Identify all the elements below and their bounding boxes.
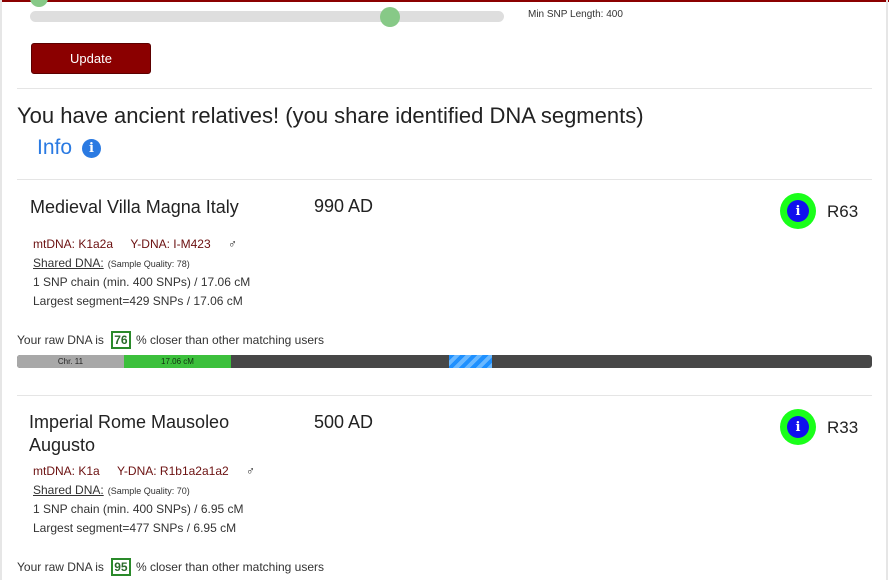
snp-length-slider-track[interactable] xyxy=(30,11,504,22)
raw-dna-comparison: Your raw DNA is 95 % closer than other m… xyxy=(17,558,324,576)
raw-dna-prefix: Your raw DNA is xyxy=(17,333,104,347)
shared-dna-line: Shared DNA: (Sample Quality: 70) xyxy=(33,483,190,497)
page-heading: You have ancient relatives! (you share i… xyxy=(17,103,644,128)
highlighted-region xyxy=(449,355,492,368)
relative-date: 990 AD xyxy=(314,196,374,216)
relative-title: Imperial Rome Mausoleo Augusto xyxy=(29,411,229,457)
ydna-haplogroup: Y-DNA: I-M423 xyxy=(130,237,211,251)
info-label[interactable]: Info xyxy=(37,136,72,160)
shared-dna-link[interactable]: Shared DNA: xyxy=(33,483,104,497)
match-code: R33 xyxy=(827,418,859,437)
mtdna-haplogroup: mtDNA: K1a2a xyxy=(33,237,114,251)
male-icon: ♂ xyxy=(246,464,256,478)
match-info-badge[interactable]: i xyxy=(780,409,816,445)
closeness-percent: 95 xyxy=(110,558,131,576)
info-link[interactable]: Info i xyxy=(37,136,102,160)
relative-title-line: Augusto xyxy=(29,435,96,455)
divider xyxy=(17,179,872,180)
update-button[interactable]: Update xyxy=(31,43,151,74)
info-icon: i xyxy=(787,416,809,438)
upper-slider-handle[interactable] xyxy=(30,0,48,7)
info-icon: i xyxy=(787,200,809,222)
relative-title: Medieval Villa Magna Italy xyxy=(30,197,239,217)
closeness-percent: 76 xyxy=(110,331,131,349)
left-border xyxy=(0,0,2,580)
largest-segment-info: Largest segment=429 SNPs / 17.06 cM xyxy=(33,294,243,308)
mtdna-haplogroup: mtDNA: K1a xyxy=(33,464,100,478)
raw-dna-suffix: % closer than other matching users xyxy=(135,560,325,574)
raw-dna-suffix: % closer than other matching users xyxy=(135,333,325,347)
match-info-badge[interactable]: i xyxy=(780,193,816,229)
haplogroup-line: mtDNA: K1a2a Y-DNA: I-M423 ♂ xyxy=(33,237,237,251)
snp-chain-info: 1 SNP chain (min. 400 SNPs) / 17.06 cM xyxy=(33,275,251,289)
male-icon: ♂ xyxy=(227,237,237,251)
shared-segment[interactable]: 17.06 cM xyxy=(124,355,231,368)
chromosome-bar[interactable]: Chr. 11 17.06 cM xyxy=(17,355,872,368)
relative-title-line: Imperial Rome Mausoleo xyxy=(29,412,230,432)
raw-dna-comparison: Your raw DNA is 76 % closer than other m… xyxy=(17,331,324,349)
largest-segment-info: Largest segment=477 SNPs / 6.95 cM xyxy=(33,521,237,535)
info-icon[interactable]: i xyxy=(82,138,102,158)
shared-dna-line: Shared DNA: (Sample Quality: 78) xyxy=(33,256,190,270)
min-snp-length-label: Min SNP Length: 400 xyxy=(528,9,623,20)
snp-length-slider-handle[interactable] xyxy=(380,7,400,27)
chromosome-label: Chr. 11 xyxy=(17,355,124,368)
divider xyxy=(17,395,872,396)
sample-quality: (Sample Quality: 78) xyxy=(107,259,190,269)
shared-dna-link[interactable]: Shared DNA: xyxy=(33,256,104,270)
sample-quality: (Sample Quality: 70) xyxy=(107,486,190,496)
match-code: R63 xyxy=(827,202,859,221)
top-accent-bar xyxy=(0,0,889,2)
relative-date: 500 AD xyxy=(314,412,374,432)
raw-dna-prefix: Your raw DNA is xyxy=(17,560,104,574)
snp-chain-info: 1 SNP chain (min. 400 SNPs) / 6.95 cM xyxy=(33,502,244,516)
ydna-haplogroup: Y-DNA: R1b1a2a1a2 xyxy=(117,464,229,478)
right-border xyxy=(886,0,888,580)
divider xyxy=(17,88,872,89)
haplogroup-line: mtDNA: K1a Y-DNA: R1b1a2a1a2 ♂ xyxy=(33,464,255,478)
